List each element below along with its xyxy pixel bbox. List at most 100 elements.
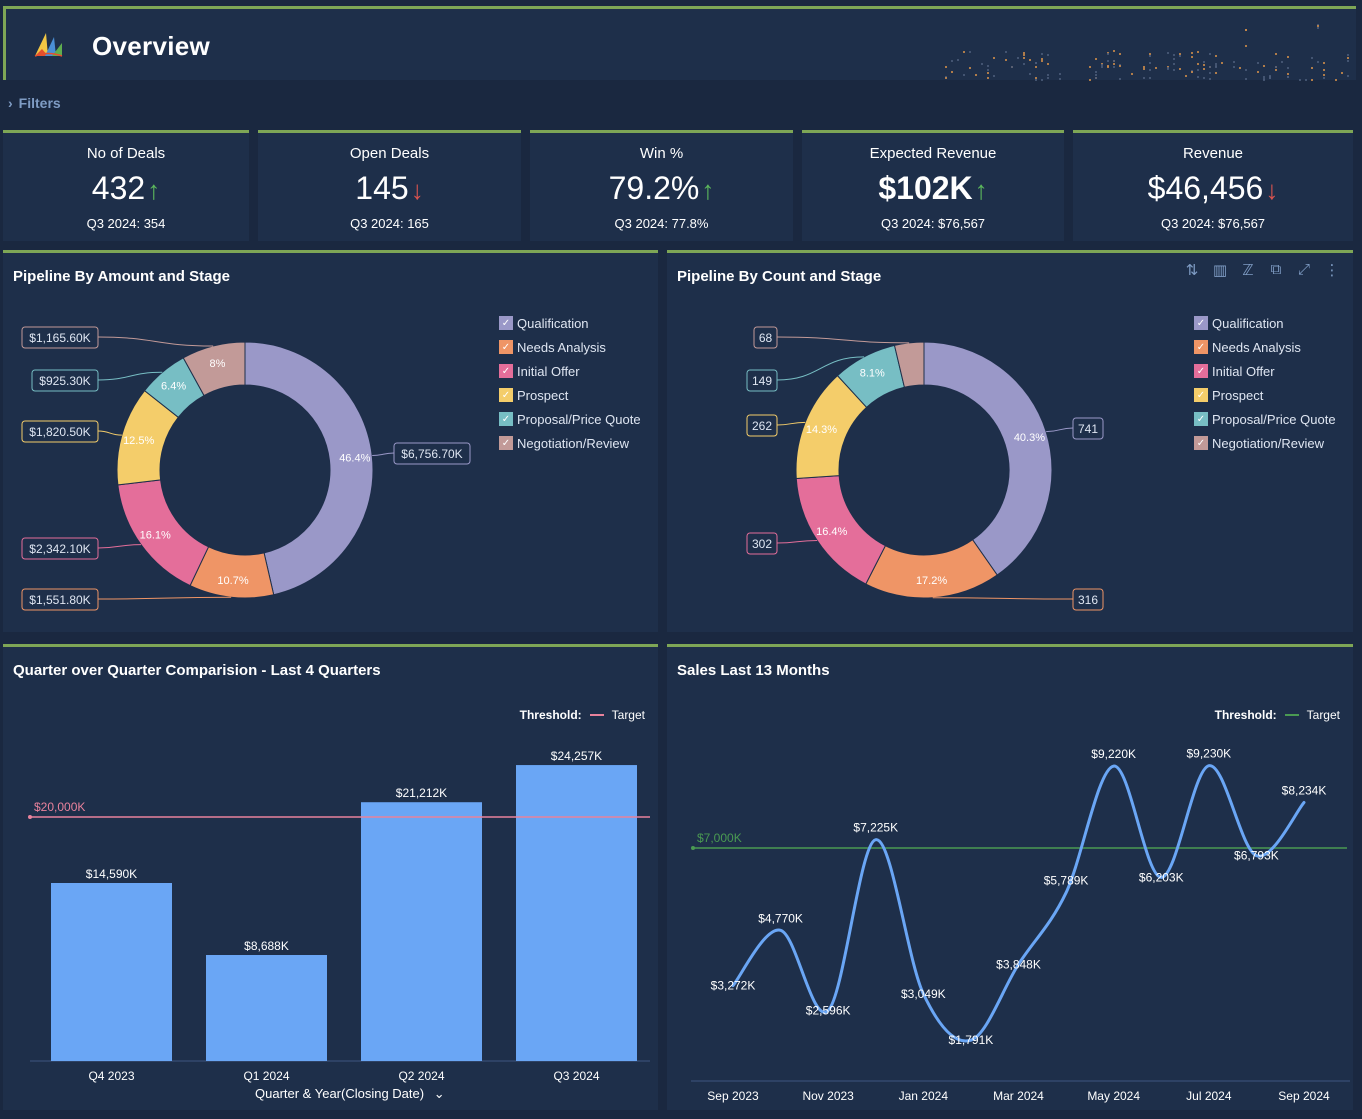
pattern-dot xyxy=(1041,79,1043,81)
kpi-label: Revenue xyxy=(1182,145,1244,162)
checkbox-icon[interactable]: ✓ xyxy=(499,340,513,354)
x-tick-label: Sep 2024 xyxy=(1278,1089,1330,1103)
kpi-win-percent[interactable]: Win % 79.2%↑ Q3 2024: 77.8% xyxy=(530,130,793,241)
pattern-dot xyxy=(1107,53,1109,55)
sales-line[interactable] xyxy=(731,764,1306,1043)
pattern-dot xyxy=(1287,73,1289,75)
checkbox-icon[interactable]: ✓ xyxy=(499,388,513,402)
callout-value-label: 741 xyxy=(1078,422,1098,436)
pattern-dot xyxy=(1035,77,1037,79)
checkbox-icon[interactable]: ✓ xyxy=(1194,340,1208,354)
pattern-dot xyxy=(1323,62,1325,64)
legend-item[interactable]: ✓ Prospect xyxy=(499,383,641,407)
pattern-dot xyxy=(1203,77,1205,79)
pattern-dot xyxy=(1095,77,1097,79)
pattern-dot xyxy=(1281,61,1283,63)
trend-down-icon: ↓ xyxy=(1265,175,1279,205)
bar[interactable] xyxy=(51,883,172,1061)
filters-toggle[interactable]: › Filters xyxy=(8,95,61,111)
pattern-dot xyxy=(1047,63,1049,65)
slice-percent-label: 10.7% xyxy=(217,575,248,587)
donut-slice[interactable] xyxy=(865,539,998,599)
legend-item[interactable]: ✓ Proposal/Price Quote xyxy=(499,407,641,431)
legend-item[interactable]: ✓ Qualification xyxy=(1194,311,1336,335)
pattern-dot xyxy=(969,67,971,69)
pattern-dot xyxy=(1149,62,1151,64)
pattern-dot xyxy=(1263,65,1265,67)
callout-value-label: 316 xyxy=(1078,593,1098,607)
pattern-dot xyxy=(1059,78,1061,80)
bar-value-label: $8,688K xyxy=(244,939,289,953)
kpi-no-of-deals[interactable]: No of Deals 432↑ Q3 2024: 354 xyxy=(3,130,249,241)
callout-value-label: $2,342.10K xyxy=(29,542,90,556)
pipeline-amount-panel: Pipeline By Amount and Stage 46.4% $6,756… xyxy=(3,250,658,632)
pattern-dot xyxy=(1119,78,1121,80)
donut-slice[interactable] xyxy=(923,341,1053,576)
pattern-dot xyxy=(1173,58,1175,60)
data-point[interactable] xyxy=(1063,890,1069,896)
pattern-dot xyxy=(1113,50,1115,52)
pattern-dot xyxy=(1011,66,1013,68)
kpi-open-deals[interactable]: Open Deals 145↓ Q3 2024: 165 xyxy=(258,130,521,241)
pattern-dot xyxy=(1149,77,1151,79)
x-axis-title-dropdown[interactable]: Quarter & Year(Closing Date) ⌄ xyxy=(255,1086,445,1102)
checkbox-icon[interactable]: ✓ xyxy=(499,436,513,450)
point-value-label: $3,272K xyxy=(711,979,756,993)
bar[interactable] xyxy=(361,802,482,1061)
pattern-dot xyxy=(1029,73,1031,75)
legend-label: Qualification xyxy=(1212,315,1284,331)
callout-line xyxy=(97,430,122,436)
checkbox-icon[interactable]: ✓ xyxy=(1194,316,1208,330)
kpi-value: 79.2% xyxy=(608,170,700,206)
data-point[interactable] xyxy=(1111,763,1117,769)
legend-item[interactable]: ✓ Needs Analysis xyxy=(1194,335,1336,359)
pattern-dot xyxy=(1101,64,1103,66)
slice-percent-label: 16.4% xyxy=(816,526,847,538)
kpi-expected-revenue[interactable]: Expected Revenue $102K↑ Q3 2024: $76,567 xyxy=(802,130,1064,241)
legend-item[interactable]: ✓ Initial Offer xyxy=(1194,359,1336,383)
checkbox-icon[interactable]: ✓ xyxy=(1194,436,1208,450)
pattern-dot xyxy=(1215,65,1217,67)
checkbox-icon[interactable]: ✓ xyxy=(499,316,513,330)
x-tick-label: Q1 2024 xyxy=(243,1069,289,1083)
point-value-label: $3,049K xyxy=(901,987,946,1001)
pattern-dot xyxy=(993,57,995,59)
checkbox-icon[interactable]: ✓ xyxy=(499,364,513,378)
legend-item[interactable]: ✓ Needs Analysis xyxy=(499,335,641,359)
chevron-right-icon: › xyxy=(8,95,13,111)
legend-item[interactable]: ✓ Negotiation/Review xyxy=(1194,431,1336,455)
kpi-revenue[interactable]: Revenue $46,456↓ Q3 2024: $76,567 xyxy=(1073,130,1353,241)
pattern-dot xyxy=(1023,57,1025,59)
filters-label: Filters xyxy=(18,95,61,111)
x-tick-label: Nov 2023 xyxy=(802,1089,854,1103)
bar[interactable] xyxy=(206,955,327,1061)
checkbox-icon[interactable]: ✓ xyxy=(499,412,513,426)
slice-percent-label: 6.4% xyxy=(161,381,186,393)
data-point[interactable] xyxy=(873,837,879,843)
checkbox-icon[interactable]: ✓ xyxy=(1194,388,1208,402)
checkbox-icon[interactable]: ✓ xyxy=(1194,412,1208,426)
legend-item[interactable]: ✓ Negotiation/Review xyxy=(499,431,641,455)
kpi-label: No of Deals xyxy=(86,145,166,162)
bar[interactable] xyxy=(516,765,637,1061)
legend-item[interactable]: ✓ Proposal/Price Quote xyxy=(1194,407,1336,431)
data-point[interactable] xyxy=(1301,799,1307,805)
threshold-dot xyxy=(691,846,695,850)
pattern-dot xyxy=(1035,79,1037,81)
point-value-label: $9,220K xyxy=(1091,747,1136,761)
legend-item[interactable]: ✓ Qualification xyxy=(499,311,641,335)
legend-item[interactable]: ✓ Prospect xyxy=(1194,383,1336,407)
pattern-dot xyxy=(987,65,989,67)
data-point[interactable] xyxy=(1206,763,1212,769)
point-value-label: $8,234K xyxy=(1282,783,1327,797)
kpi-value: $102K xyxy=(878,170,973,206)
checkbox-icon[interactable]: ✓ xyxy=(1194,364,1208,378)
kpi-label: Expected Revenue xyxy=(869,145,997,162)
data-point[interactable] xyxy=(778,927,784,933)
legend-item[interactable]: ✓ Initial Offer xyxy=(499,359,641,383)
pattern-dot xyxy=(1197,69,1199,71)
pattern-dot xyxy=(1269,76,1271,78)
pattern-dot xyxy=(1317,25,1319,27)
pattern-dot xyxy=(1215,63,1217,65)
legend-label: Prospect xyxy=(517,387,569,403)
